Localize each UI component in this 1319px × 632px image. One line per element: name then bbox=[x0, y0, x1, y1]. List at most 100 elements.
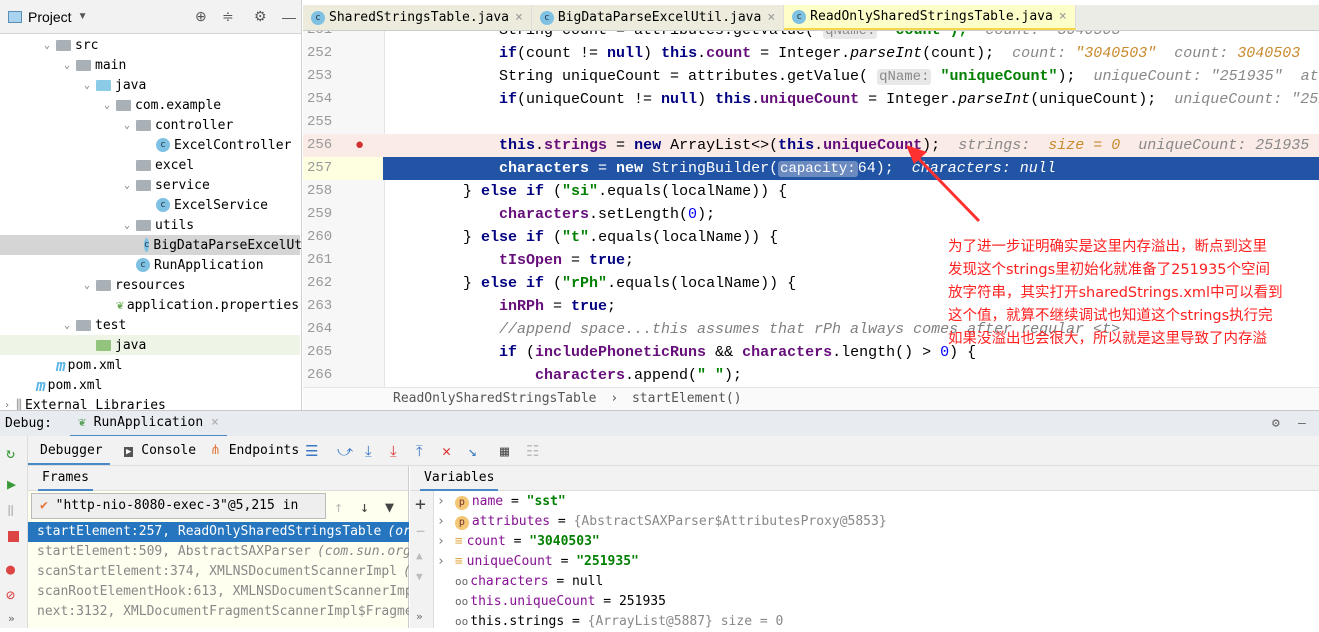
session-tab[interactable]: ❦ RunApplication × bbox=[69, 411, 227, 437]
trace-icon[interactable]: ☷ bbox=[526, 443, 539, 459]
tree-item[interactable]: java bbox=[0, 335, 300, 355]
frame-row[interactable]: scanStartElement:374, XMLNSDocumentScann… bbox=[28, 562, 409, 582]
frames-title[interactable]: Frames bbox=[38, 466, 93, 491]
step-out-icon[interactable]: ⤒ bbox=[416, 443, 423, 459]
chevron-right-icon[interactable]: › bbox=[437, 494, 445, 509]
chevron-down-icon[interactable]: ⌄ bbox=[64, 60, 76, 71]
layout-icon[interactable]: ☰ bbox=[305, 443, 318, 459]
variable-equals: = bbox=[564, 614, 588, 629]
chevron-down-icon[interactable]: ▼ bbox=[78, 11, 88, 22]
evaluate-icon[interactable]: ▦ bbox=[500, 443, 509, 459]
tree-item[interactable]: m pom.xml bbox=[0, 355, 300, 375]
tree-item[interactable]: excel bbox=[0, 155, 300, 175]
chevron-down-icon[interactable]: ⌄ bbox=[84, 280, 96, 291]
project-view-selector[interactable]: Project bbox=[28, 9, 72, 25]
tree-item[interactable]: ⌄ utils bbox=[0, 215, 300, 235]
add-watch-icon[interactable]: + bbox=[415, 496, 426, 514]
more-icon[interactable]: » bbox=[8, 611, 15, 627]
tree-item[interactable]: ⌄ com.example bbox=[0, 95, 300, 115]
variable-row[interactable]: oo this.uniqueCount = 251935 bbox=[437, 592, 666, 612]
tab-readonlysharedstringstable[interactable]: c ReadOnlySharedStringsTable.java × bbox=[784, 5, 1076, 30]
more-icon[interactable]: » bbox=[416, 609, 423, 625]
close-icon[interactable]: × bbox=[767, 10, 775, 25]
mute-breakpoints-icon[interactable]: ⊘ bbox=[6, 587, 15, 603]
chevron-down-icon[interactable]: ⌄ bbox=[104, 100, 116, 111]
tab-console[interactable]: ▶ Console bbox=[124, 436, 196, 467]
tree-item-label: BigDataParseExcelUtil bbox=[153, 237, 318, 253]
filter-icon[interactable]: ▼ bbox=[385, 499, 394, 515]
breadcrumb-method[interactable]: startElement() bbox=[632, 391, 742, 406]
gear-icon[interactable]: ⚙ bbox=[1272, 416, 1280, 431]
tree-item[interactable]: ⌄ main bbox=[0, 55, 300, 75]
variable-row[interactable]: oo this.strings = {ArrayList@5887} size =… bbox=[437, 612, 783, 632]
variable-row[interactable]: › ≡ uniqueCount = "251935" bbox=[437, 552, 639, 572]
arrow-down-icon[interactable]: ↓ bbox=[360, 499, 369, 515]
run-to-cursor-icon[interactable]: ↘ bbox=[468, 443, 477, 459]
rerun-icon[interactable]: ↻ bbox=[6, 445, 15, 461]
tab-debugger[interactable]: Debugger bbox=[28, 436, 110, 465]
variable-row[interactable]: › p name = "sst" bbox=[437, 492, 566, 512]
variable-row[interactable]: › ≡ count = "3040503" bbox=[437, 532, 600, 552]
remove-watch-icon[interactable]: − bbox=[416, 523, 425, 539]
gear-icon[interactable]: ⚙ bbox=[254, 8, 267, 25]
chevron-down-icon[interactable]: ⌄ bbox=[84, 80, 96, 91]
variables-title[interactable]: Variables bbox=[420, 466, 499, 491]
frame-row[interactable]: startElement:257, ReadOnlySharedStringsT… bbox=[28, 522, 409, 542]
pause-icon[interactable]: Ⅱ bbox=[7, 503, 14, 519]
minimize-icon[interactable]: — bbox=[1298, 416, 1306, 431]
close-icon[interactable]: × bbox=[515, 10, 523, 25]
chevron-down-icon[interactable]: ⌄ bbox=[64, 320, 76, 331]
force-step-into-icon[interactable]: ⤓ bbox=[390, 443, 397, 459]
frame-row[interactable]: next:3132, XMLDocumentFragmentScannerImp… bbox=[28, 602, 409, 622]
chevron-right-icon[interactable]: › bbox=[4, 400, 16, 411]
close-icon[interactable]: × bbox=[211, 415, 219, 430]
tree-item[interactable]: ⌄ resources bbox=[0, 275, 300, 295]
chevron-right-icon[interactable]: › bbox=[437, 554, 445, 569]
resume-icon[interactable]: ▶ bbox=[7, 476, 16, 492]
locate-icon[interactable]: ⊕ bbox=[195, 8, 207, 25]
show-execution-point-icon[interactable]: ⤻ bbox=[337, 443, 353, 459]
thread-selector[interactable]: ✔ "http-nio-8080-exec-3"@5,215 in ... ⌄ bbox=[31, 493, 326, 537]
variable-row[interactable]: oo characters = null bbox=[437, 572, 603, 592]
chevron-down-icon[interactable]: ⌄ bbox=[124, 220, 136, 231]
minimize-icon[interactable]: — bbox=[282, 9, 296, 25]
chevron-right-icon[interactable]: › bbox=[437, 514, 445, 529]
chevron-down-icon[interactable]: ⌄ bbox=[124, 180, 136, 191]
tree-item[interactable]: m pom.xml bbox=[0, 375, 300, 395]
tab-endpoints[interactable]: ⋔ Endpoints bbox=[210, 436, 299, 466]
class-icon: c bbox=[136, 258, 150, 272]
drop-frame-icon[interactable]: ✕ bbox=[442, 443, 451, 459]
folder-icon bbox=[56, 39, 71, 51]
view-breakpoints-icon[interactable]: ● bbox=[6, 561, 15, 577]
frame-row[interactable]: scanRootElementHook:613, XMLNSDocumentSc… bbox=[28, 582, 409, 602]
tab-bigdataparseexcelutil[interactable]: c BigDataParseExcelUtil.java × bbox=[531, 5, 785, 30]
frame-method: startElement:257, ReadOnlySharedStringsT… bbox=[37, 524, 382, 539]
tree-item[interactable]: ⌄ java bbox=[0, 75, 300, 95]
step-over-icon[interactable]: ⤓ bbox=[365, 443, 372, 459]
chevron-down-icon[interactable]: ⌄ bbox=[44, 40, 56, 51]
frame-row[interactable]: startElement:509, AbstractSAXParser (com.… bbox=[28, 542, 409, 562]
tree-item[interactable]: c ExcelController bbox=[0, 135, 300, 155]
breadcrumb-class[interactable]: ReadOnlySharedStringsTable bbox=[393, 391, 597, 406]
tree-item[interactable]: ⌄ test bbox=[0, 315, 300, 335]
chevron-down-icon[interactable]: ⌄ bbox=[124, 120, 136, 131]
annotation-line: 这个值，就算不继续调试也知道这个strings执行完 bbox=[948, 308, 1273, 324]
tree-item[interactable]: ⌄ src bbox=[0, 35, 300, 55]
move-up-icon[interactable]: ▲ bbox=[416, 548, 423, 564]
move-down-icon[interactable]: ▼ bbox=[416, 569, 423, 585]
tree-item[interactable]: c RunApplication bbox=[0, 255, 300, 275]
variable-row[interactable]: › p attributes = {AbstractSAXParser$Attrib… bbox=[437, 512, 887, 532]
stop-icon[interactable] bbox=[8, 531, 19, 542]
collapse-all-icon[interactable]: ≑ bbox=[222, 8, 234, 25]
tree-item[interactable]: c ExcelService bbox=[0, 195, 300, 215]
annotation-line: 放字符串，其实打开sharedStrings.xml中可以看到 bbox=[948, 285, 1283, 301]
close-icon[interactable]: × bbox=[1059, 9, 1067, 24]
arrow-up-icon[interactable]: ↑ bbox=[334, 499, 343, 515]
tree-item[interactable]: ⌄ controller bbox=[0, 115, 300, 135]
tree-item[interactable]: c BigDataParseExcelUtil bbox=[0, 235, 318, 255]
chevron-right-icon[interactable]: › bbox=[437, 534, 445, 549]
tree-item[interactable]: ⌄ service bbox=[0, 175, 300, 195]
tree-item[interactable]: ❦ application.properties bbox=[0, 295, 300, 315]
tab-sharedstringstable[interactable]: c SharedStringsTable.java × bbox=[303, 5, 532, 30]
maven-icon: m bbox=[56, 355, 66, 375]
